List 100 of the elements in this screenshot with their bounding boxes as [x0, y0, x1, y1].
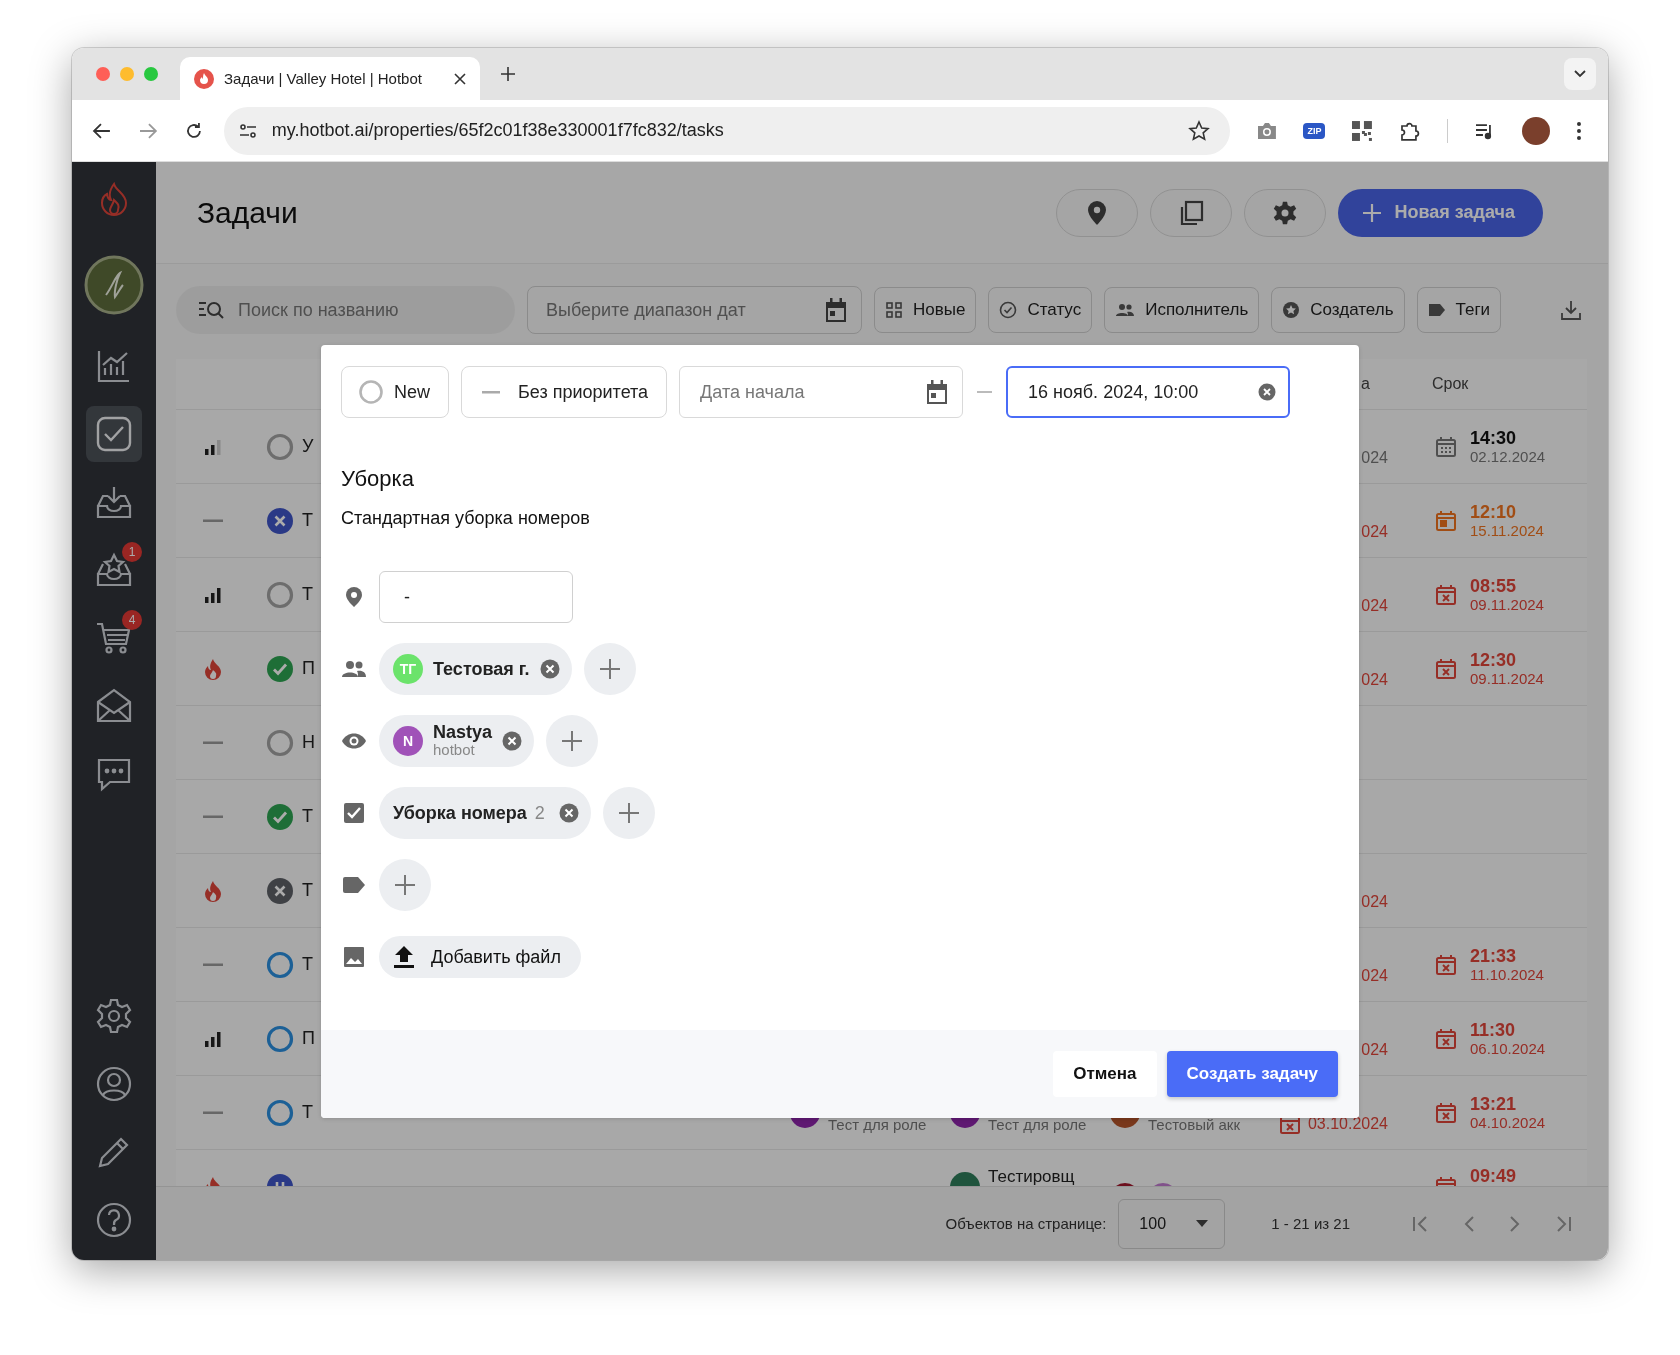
settings-icon: [94, 996, 134, 1036]
user-name: Nastya: [433, 724, 493, 741]
calendar-icon[interactable]: [824, 297, 848, 324]
tag-icon: [341, 876, 367, 894]
close-tab-icon[interactable]: [454, 72, 466, 85]
task-title: У: [302, 436, 314, 457]
new-task-button[interactable]: Новая задача: [1338, 188, 1543, 237]
copy-button[interactable]: [1150, 188, 1233, 237]
due-time: 13:21: [1470, 1093, 1518, 1114]
assignee-chip[interactable]: ТГ Тестовая г.: [379, 643, 572, 695]
profile-avatar[interactable]: [84, 255, 144, 315]
remove-icon[interactable]: [539, 659, 560, 679]
sidebar-item[interactable]: 1: [86, 542, 142, 598]
end-date-field[interactable]: 16 нояб. 2024, 10:00: [1006, 366, 1291, 418]
user-subtitle: hotbot: [433, 741, 475, 758]
user-avatar: N: [393, 726, 423, 756]
due-time: 21:33: [1470, 945, 1518, 966]
bookmark-star-icon[interactable]: [1187, 119, 1210, 142]
created-date: 024: [1361, 596, 1388, 615]
plus-icon: [617, 802, 640, 824]
add-tag-button[interactable]: [379, 859, 431, 911]
filter-chip[interactable]: Статус: [988, 287, 1093, 334]
new-tab-icon[interactable]: [500, 66, 516, 82]
star-badge-icon: [1282, 301, 1301, 320]
filter-chip[interactable]: Создатель: [1271, 287, 1405, 334]
created-date: 024: [1361, 448, 1388, 467]
remove-icon[interactable]: [558, 803, 579, 823]
sidebar-item[interactable]: [86, 406, 142, 462]
status-button[interactable]: New: [341, 366, 449, 418]
column-header: а: [1361, 375, 1371, 394]
checkbox-icon: [94, 414, 134, 454]
task-title: П: [302, 1028, 315, 1049]
dash-icon: [482, 390, 500, 394]
start-date-field[interactable]: Дата начала: [679, 366, 964, 418]
camera-icon[interactable]: [1255, 120, 1278, 141]
people-icon: [341, 659, 367, 679]
watcher-chip[interactable]: N Nastya hotbot: [379, 715, 535, 767]
page-size-select[interactable]: 100: [1118, 1198, 1226, 1249]
caret-icon: [1196, 1219, 1209, 1228]
eye-icon: [341, 732, 367, 750]
filter-chip[interactable]: Новые: [874, 287, 977, 334]
calendar-icon[interactable]: [925, 379, 950, 405]
tab-search-button[interactable]: [1564, 58, 1596, 90]
location-field[interactable]: -: [379, 571, 573, 623]
remove-icon[interactable]: [502, 731, 523, 751]
menu-icon[interactable]: [1576, 120, 1582, 141]
due-time: 08:55: [1470, 575, 1518, 596]
create-task-button[interactable]: Создать задачу: [1166, 1051, 1338, 1097]
check-circle-icon: [999, 301, 1018, 320]
search-field[interactable]: Поиск по названию: [176, 286, 515, 335]
checklist-name: Уборка номера: [393, 802, 527, 824]
user-role: Тест для роле: [828, 1115, 927, 1134]
checklist-count: 2: [534, 802, 545, 824]
chevron-down-icon: [1574, 70, 1586, 78]
task-title: Т: [302, 806, 313, 827]
task-title: Т: [302, 584, 313, 605]
task-title: П: [302, 658, 315, 679]
created-date: 024: [1361, 1040, 1388, 1059]
user-name: Тестировщ: [988, 1166, 1075, 1187]
date-range-field[interactable]: Выберите диапазон дат: [527, 286, 862, 335]
created-date: 024: [1361, 522, 1388, 541]
browser-tab[interactable]: Задачи | Valley Hotel | Hotbot: [180, 57, 480, 100]
plus-icon: [598, 658, 621, 680]
filter-chip[interactable]: Теги: [1416, 287, 1502, 334]
add-file-button[interactable]: Добавить файл: [379, 936, 581, 978]
cancel-button[interactable]: Отмена: [1053, 1051, 1157, 1097]
settings-button[interactable]: [1244, 188, 1327, 237]
due-date: 09.11.2024: [1470, 669, 1544, 688]
checkbox-icon: [341, 802, 367, 824]
due-time: 09:49: [1470, 1165, 1517, 1186]
qr-code-icon[interactable]: [1351, 119, 1374, 142]
sidebar-item[interactable]: 4: [86, 610, 142, 666]
page-title: Задачи: [197, 195, 298, 230]
task-title: Т: [302, 510, 313, 531]
user-role: Тестовый акк: [1148, 1115, 1240, 1134]
upload-icon: [393, 945, 415, 969]
user-icon: [94, 1064, 134, 1104]
forward-icon[interactable]: [137, 120, 158, 141]
due-date: 02.12.2024: [1470, 447, 1546, 466]
filter-chip[interactable]: Исполнитель: [1104, 287, 1260, 334]
created-date: 024: [1361, 966, 1388, 985]
download-icon[interactable]: [1560, 299, 1582, 322]
due-date: 06.10.2024: [1470, 1039, 1546, 1058]
clear-icon[interactable]: [1258, 383, 1277, 401]
due-date: 11.10.2024: [1470, 965, 1544, 984]
user-avatar: ТГ: [393, 654, 423, 684]
location-button[interactable]: [1056, 188, 1139, 237]
user-name: Тестовая г.: [433, 658, 530, 680]
profile-avatar[interactable]: [1522, 116, 1550, 145]
due-date: 15.11.2024: [1470, 521, 1544, 540]
column-header: Срок: [1431, 375, 1470, 394]
help-icon: [94, 1200, 134, 1240]
task-title: Уборка: [341, 466, 415, 492]
address-bar[interactable]: my.hotbot.ai/properties/65f2c01f38e330001f7fc832/tasks: [223, 106, 1230, 155]
extension-badge[interactable]: ZIP: [1303, 122, 1326, 139]
tag-icon: [1427, 302, 1446, 319]
checklist-chip[interactable]: Уборка номера 2: [379, 787, 591, 839]
priority-button[interactable]: Без приоритета: [461, 366, 668, 418]
created-date: 024: [1361, 892, 1388, 911]
created-date: 024: [1361, 670, 1388, 689]
